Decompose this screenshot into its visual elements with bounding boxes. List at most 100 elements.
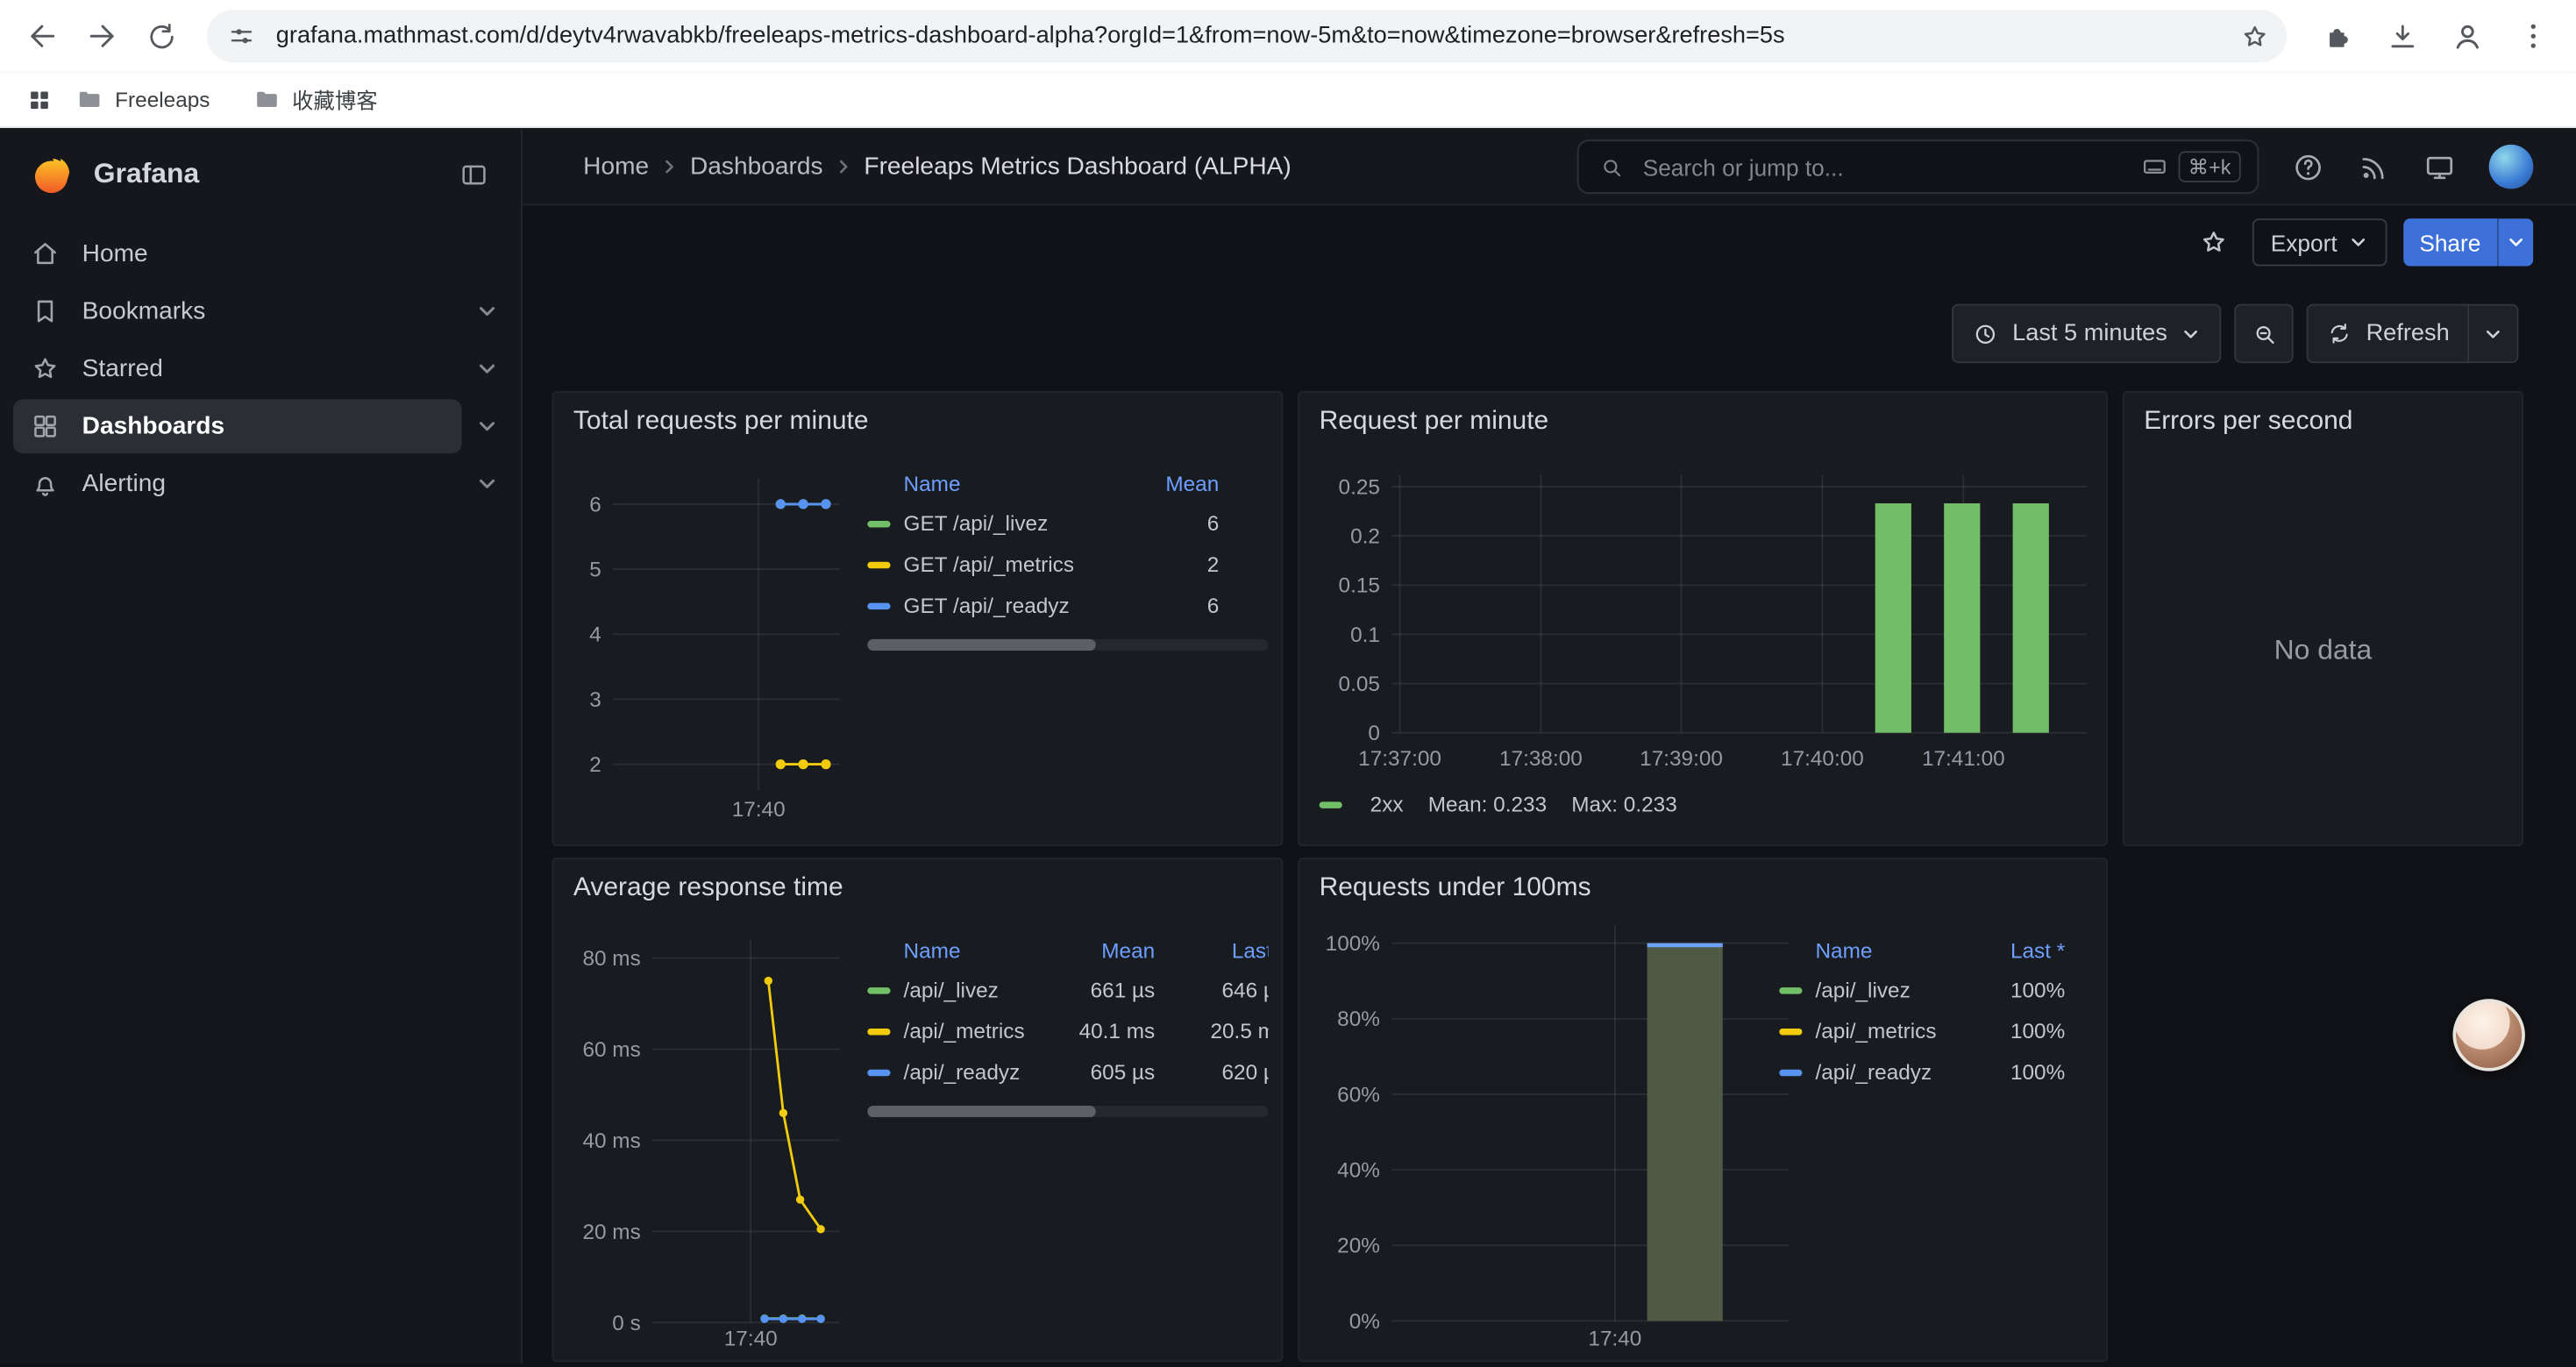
search-icon: [1598, 153, 1625, 180]
svg-text:60%: 60%: [1337, 1083, 1380, 1107]
zoom-out-button[interactable]: [2235, 304, 2294, 363]
legend-header: Name Mean Last *: [867, 930, 1268, 970]
expand-bookmarks-button[interactable]: [462, 299, 511, 324]
sidebar-item-alerting[interactable]: Alerting: [13, 457, 462, 511]
time-range-picker[interactable]: Last 5 minutes: [1952, 304, 2222, 363]
series-color-swatch: [867, 602, 890, 609]
legend-row[interactable]: /api/_metrics 100%: [1779, 1010, 2065, 1051]
floating-assistant-avatar[interactable]: [2452, 999, 2524, 1071]
site-settings-icon[interactable]: [227, 21, 257, 51]
panel-title[interactable]: Requests under 100ms: [1299, 859, 2106, 918]
grafana-logo[interactable]: [26, 150, 75, 199]
dock-sidebar-button[interactable]: [449, 150, 498, 199]
bookmark-star-icon[interactable]: [2239, 20, 2271, 52]
legend-col-name[interactable]: Name: [904, 937, 1057, 962]
expand-alerting-button[interactable]: [462, 472, 511, 496]
expand-dashboards-button[interactable]: [462, 414, 511, 438]
url-input[interactable]: [273, 21, 2239, 51]
fav-dashboard-button[interactable]: [2190, 219, 2236, 265]
bookmark-folder-label: 收藏博客: [292, 84, 377, 116]
sidebar-item-dashboards[interactable]: Dashboards: [13, 399, 462, 453]
reload-button[interactable]: [132, 6, 190, 65]
legend-col-mean[interactable]: Mean: [1121, 471, 1219, 495]
panel-title[interactable]: Request per minute: [1299, 393, 2106, 452]
bookmark-folder-freeleaps[interactable]: Freeleaps: [62, 79, 223, 120]
legend-row[interactable]: /api/_readyz 100%: [1779, 1051, 2065, 1093]
svg-text:17:40: 17:40: [724, 1328, 778, 1351]
legend-row[interactable]: /api/_readyz 605 µs 620 µs: [867, 1051, 1268, 1093]
apps-button[interactable]: [17, 76, 62, 122]
kiosk-button[interactable]: [2423, 150, 2456, 182]
panel-errors-per-second: Errors per second No data: [2123, 391, 2523, 846]
total-requests-chart[interactable]: 6543217:40: [566, 459, 849, 829]
breadcrumb-home[interactable]: Home: [583, 152, 649, 180]
dashboards-grid-icon: [30, 410, 61, 442]
series-color-swatch: [867, 1069, 890, 1075]
search-input[interactable]: [1640, 152, 2140, 182]
legend-col-last[interactable]: Last *: [1976, 937, 2065, 962]
legend-row[interactable]: GET /api/_metrics 2: [867, 544, 1268, 585]
panel-title[interactable]: Errors per second: [2124, 393, 2522, 452]
share-split-button: Share: [2403, 218, 2534, 266]
profile-button[interactable]: [2438, 6, 2497, 65]
average-response-chart[interactable]: 80 ms60 ms40 ms20 ms0 s17:40: [566, 925, 849, 1359]
extensions-button[interactable]: [2307, 6, 2366, 65]
legend-scrollbar-thumb[interactable]: [867, 1106, 1096, 1117]
user-avatar[interactable]: [2489, 145, 2534, 189]
brand-name: Grafana: [94, 158, 199, 190]
legend-row[interactable]: GET /api/_livez 6: [867, 502, 1268, 544]
request-per-minute-chart[interactable]: 0.250.20.150.10.05017:37:0017:38:0017:39…: [1313, 459, 2096, 779]
svg-text:0 s: 0 s: [612, 1312, 640, 1335]
help-button[interactable]: [2292, 150, 2324, 182]
series-color-swatch: [1779, 986, 1802, 993]
sidebar: Grafana Home Bookmarks: [0, 128, 523, 1363]
search-box[interactable]: ⌘+k: [1577, 139, 2259, 194]
share-button[interactable]: Share: [2403, 218, 2497, 266]
legend-scrollbar-thumb[interactable]: [867, 639, 1096, 651]
expand-starred-button[interactable]: [462, 357, 511, 381]
browser-menu-button[interactable]: [2504, 6, 2563, 65]
legend-col-name[interactable]: Name: [1815, 937, 1976, 962]
refresh-button[interactable]: Refresh: [2307, 304, 2469, 363]
svg-text:80 ms: 80 ms: [582, 947, 640, 971]
legend-row[interactable]: GET /api/_readyz 6: [867, 585, 1268, 626]
back-button[interactable]: [13, 6, 72, 65]
star-icon: [30, 353, 61, 385]
bookmarks-bar: Freeleaps 收藏博客: [0, 72, 2576, 128]
panel-total-requests: Total requests per minute 6543217:40 Nam…: [552, 391, 1284, 846]
sidebar-nav: Home Bookmarks Starred: [0, 225, 521, 513]
legend-row[interactable]: /api/_livez 100%: [1779, 969, 2065, 1010]
reload-icon: [144, 19, 178, 53]
sidebar-item-starred[interactable]: Starred: [13, 342, 462, 396]
downloads-button[interactable]: [2373, 6, 2431, 65]
series-color-swatch: [867, 520, 890, 526]
series-name: 2xx: [1370, 792, 1404, 816]
star-outline-icon: [2197, 227, 2229, 259]
bookmark-folder-blogs[interactable]: 收藏博客: [239, 77, 390, 122]
legend-row[interactable]: /api/_livez 661 µs 646 µs: [867, 969, 1268, 1010]
sidebar-item-home[interactable]: Home: [13, 227, 511, 281]
series-color-swatch: [867, 1028, 890, 1034]
panel-title[interactable]: Total requests per minute: [553, 393, 1281, 452]
legend-col-mean[interactable]: Mean: [1057, 937, 1155, 962]
sidebar-item-bookmarks[interactable]: Bookmarks: [13, 284, 462, 338]
url-bar[interactable]: [207, 10, 2287, 62]
breadcrumb-dashboards[interactable]: Dashboards: [690, 152, 823, 180]
legend-line[interactable]: 2xx Mean: 0.233 Max: 0.233: [1320, 792, 1677, 816]
news-button[interactable]: [2358, 150, 2390, 182]
forward-button[interactable]: [72, 6, 131, 65]
chevron-down-icon: [2505, 231, 2526, 253]
under-100ms-chart[interactable]: 100%80%60%40%20%0%17:40: [1313, 925, 1799, 1359]
legend-col-last[interactable]: Last *: [1168, 937, 1268, 962]
bookmark-icon: [30, 295, 61, 327]
refresh-interval-button[interactable]: [2469, 304, 2518, 363]
panel-title[interactable]: Average response time: [553, 859, 1281, 918]
legend-col-name[interactable]: Name: [904, 471, 1121, 495]
export-button[interactable]: Export: [2252, 218, 2387, 266]
keyboard-icon: [2140, 153, 2168, 181]
svg-text:17:38:00: 17:38:00: [1499, 747, 1583, 771]
legend-row[interactable]: /api/_metrics 40.1 ms 20.5 ms: [867, 1010, 1268, 1051]
share-menu-button[interactable]: [2497, 218, 2533, 266]
svg-text:40 ms: 40 ms: [582, 1129, 640, 1153]
svg-text:80%: 80%: [1337, 1007, 1380, 1031]
